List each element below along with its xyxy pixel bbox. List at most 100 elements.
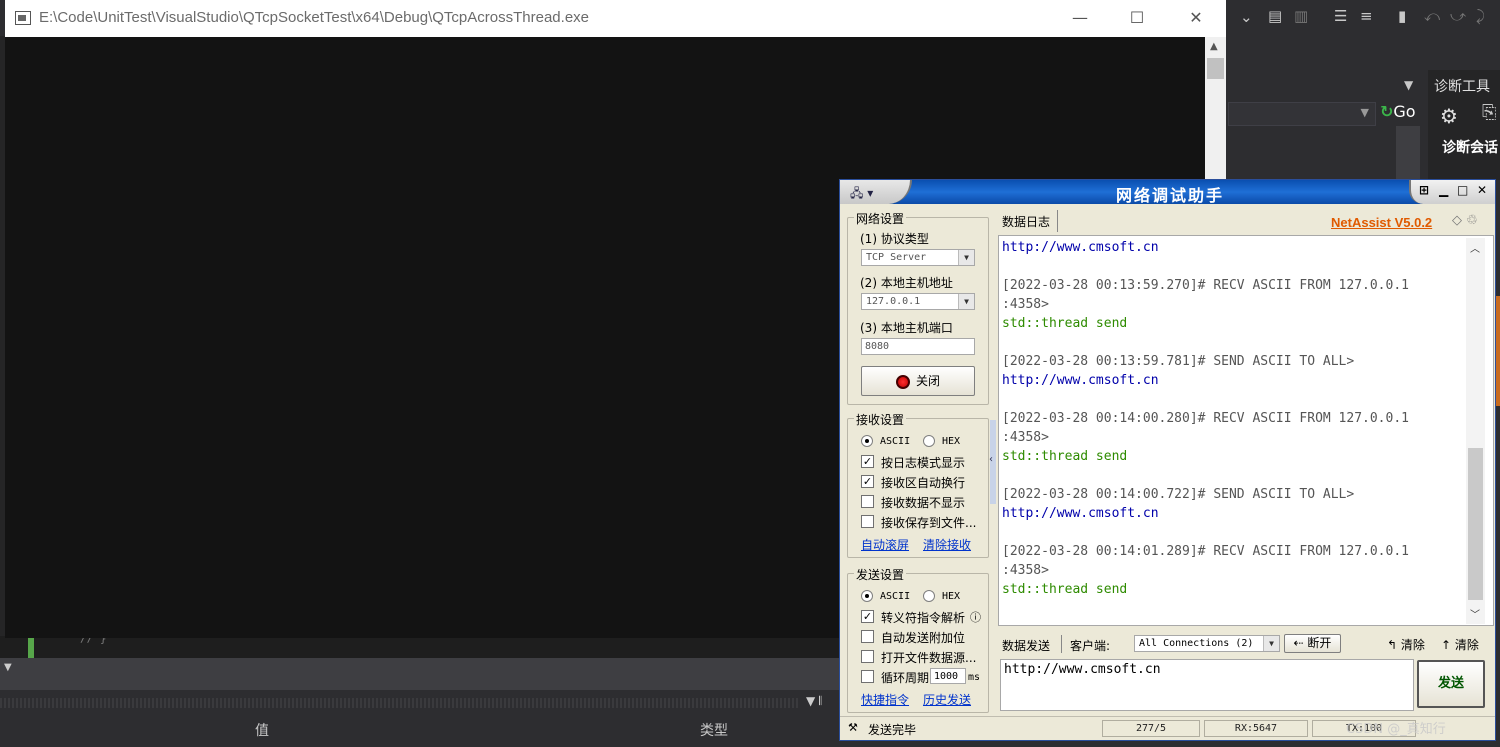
- port-label: (3) 本地主机端口: [860, 321, 953, 335]
- scroll-down-icon[interactable]: ﹀: [1470, 606, 1480, 621]
- auto-wrap-checkbox[interactable]: ✓: [861, 475, 874, 488]
- data-send-tab[interactable]: 数据发送: [1002, 637, 1050, 654]
- scroll-thumb[interactable]: [1207, 58, 1224, 79]
- escape-parse-checkbox[interactable]: ✓: [861, 610, 874, 623]
- no-display-checkbox[interactable]: [861, 495, 874, 508]
- toolbar-chevron-icon[interactable]: ⌄: [1240, 8, 1253, 26]
- port-input[interactable]: 8080: [861, 338, 975, 355]
- toolbar-outdent-icon[interactable]: ▥: [1294, 7, 1308, 25]
- chevron-down-icon[interactable]: ▼: [958, 250, 974, 265]
- auto-wrap-label: 接收区自动换行: [881, 476, 966, 490]
- log-line: std::thread send: [1002, 316, 1128, 331]
- network-icon[interactable]: 🖧 ▾: [850, 184, 873, 205]
- chevron-down-icon[interactable]: ▼: [1263, 636, 1279, 651]
- scroll-up-icon[interactable]: ▲: [1210, 41, 1218, 52]
- shortcut-link[interactable]: 快捷指令: [861, 691, 909, 708]
- log-line: std::thread send: [1002, 582, 1128, 597]
- save-file-checkbox[interactable]: [861, 515, 874, 528]
- auto-scroll-link[interactable]: 自动滚屏: [861, 536, 909, 553]
- log-scrollbar[interactable]: ︿ ﹀: [1466, 238, 1485, 624]
- protocol-select[interactable]: TCP Server ▼: [861, 249, 975, 266]
- receive-hex-radio[interactable]: [923, 435, 935, 447]
- receive-ascii-label: ASCII: [880, 436, 911, 447]
- toolbar-comment-icon[interactable]: ☰: [1334, 7, 1347, 25]
- netassist-titlebar[interactable]: 🖧 ▾ 网络调试助手 ⊞ ▁ □ ✕: [840, 180, 1495, 205]
- console-titlebar[interactable]: E:\Code\UnitTest\VisualStudio\QTcpSocket…: [5, 0, 1226, 37]
- pin-icon[interactable]: ⊞: [1419, 183, 1429, 197]
- scroll-up-icon[interactable]: ︿: [1470, 240, 1480, 255]
- host-label: (2) 本地主机地址: [860, 276, 953, 290]
- netassist-window: 🖧 ▾ 网络调试助手 ⊞ ▁ □ ✕ 网络设置 (1) 协议类型 TCP Ser…: [839, 179, 1496, 741]
- vs-horizontal-scrollbar[interactable]: ▼: [0, 658, 840, 690]
- send-ascii-label: ASCII: [880, 591, 911, 602]
- toolbar-next-bookmark-icon[interactable]: ⤻: [1450, 7, 1466, 25]
- clear-receive-link[interactable]: 清除接收: [923, 536, 971, 553]
- vs-go-button[interactable]: ↻Go: [1380, 102, 1416, 121]
- status-tool-icon: ⚒: [848, 721, 858, 734]
- log-line: :4358>: [1002, 430, 1049, 445]
- data-log-tab[interactable]: 数据日志: [998, 210, 1058, 232]
- clear-send-button[interactable]: ↰ 清除: [1387, 636, 1425, 653]
- open-file-checkbox[interactable]: [861, 650, 874, 663]
- send-ascii-radio[interactable]: [861, 590, 873, 602]
- minimize-button[interactable]: ▁: [1439, 183, 1448, 197]
- close-button[interactable]: ✕: [1477, 183, 1487, 197]
- client-select[interactable]: All Connections (2) ▼: [1134, 635, 1280, 652]
- info-icon[interactable]: ⓘ: [970, 609, 981, 625]
- loop-period-input[interactable]: 1000: [930, 668, 966, 684]
- console-app-icon[interactable]: [15, 11, 31, 25]
- no-display-label: 接收数据不显示: [881, 496, 966, 510]
- system-menu[interactable]: 🖧 ▾: [840, 180, 912, 204]
- clear-all-button[interactable]: ↑ 清除: [1441, 636, 1479, 653]
- close-connection-button[interactable]: 关闭: [861, 366, 975, 396]
- toolbar-prev-bookmark-icon[interactable]: ⤺: [1424, 7, 1440, 25]
- log-mode-checkbox[interactable]: ✓: [861, 455, 874, 468]
- send-hex-radio[interactable]: [923, 590, 935, 602]
- gear-icon[interactable]: ⚙: [1440, 104, 1458, 128]
- panel-grip[interactable]: [0, 698, 800, 708]
- chevron-down-icon[interactable]: ▼: [4, 662, 12, 673]
- send-button[interactable]: 发送: [1417, 660, 1485, 708]
- panel-collapse-handle[interactable]: ‹: [989, 420, 996, 504]
- log-line: [2022-03-28 00:14:00.280]# RECV ASCII FR…: [1002, 411, 1409, 426]
- receive-hex-label: HEX: [942, 436, 961, 447]
- vs-target-dropdown[interactable]: ▼: [1228, 102, 1376, 126]
- column-header-value[interactable]: 值: [255, 720, 269, 740]
- pin-icon[interactable]: ▼ 𝄃: [806, 694, 822, 709]
- status-text: 发送完毕: [868, 723, 917, 737]
- host-select[interactable]: 127.0.0.1 ▼: [861, 293, 975, 310]
- toolbar-bookmark-icon[interactable]: ▮: [1398, 7, 1406, 25]
- history-link[interactable]: 历史发送: [923, 691, 971, 708]
- network-settings-title: 网络设置: [854, 210, 907, 227]
- log-line: http://www.cmsoft.cn: [1002, 506, 1159, 521]
- status-red-icon: [895, 374, 910, 389]
- auto-append-label: 自动发送附加位: [881, 631, 966, 645]
- vs-dropdown-arrow-icon[interactable]: ▼: [1404, 76, 1413, 94]
- toolbar-uncomment-icon[interactable]: ≡: [1360, 7, 1373, 25]
- data-log-area[interactable]: http://www.cmsoft.cn [2022-03-28 00:13:59…: [998, 235, 1494, 626]
- log-line: http://www.cmsoft.cn: [1002, 373, 1159, 388]
- netassist-brand-link[interactable]: NetAssist V5.0.2: [1331, 215, 1432, 230]
- log-line: :4358>: [1002, 297, 1049, 312]
- toolbar-indent-icon[interactable]: ▤: [1268, 7, 1282, 25]
- disconnect-button[interactable]: ⇠ 断开: [1284, 634, 1341, 653]
- export-icon[interactable]: ⎘: [1482, 104, 1496, 122]
- loop-checkbox[interactable]: [861, 670, 874, 683]
- auto-append-checkbox[interactable]: [861, 630, 874, 643]
- column-header-type[interactable]: 类型: [700, 720, 728, 740]
- scroll-thumb[interactable]: [1468, 448, 1483, 600]
- gem-icon[interactable]: ◇ ♲: [1452, 213, 1478, 228]
- minimize-button[interactable]: —: [1066, 6, 1094, 30]
- vs-toolbar: ⌄ ▤ ▥ ☰ ≡ ▮ ⤺ ⤻ ⤸: [1226, 0, 1500, 36]
- vs-right-scrollbar[interactable]: [1396, 126, 1420, 181]
- maximize-button[interactable]: ☐: [1123, 6, 1151, 30]
- client-value: All Connections (2): [1139, 638, 1254, 649]
- chevron-down-icon[interactable]: ▼: [958, 294, 974, 309]
- change-indicator: [28, 638, 34, 658]
- escape-parse-label: 转义符指令解析: [881, 611, 966, 625]
- close-button[interactable]: ✕: [1182, 6, 1210, 30]
- toolbar-clear-bookmark-icon[interactable]: ⤸: [1476, 7, 1485, 25]
- send-text-input[interactable]: http://www.cmsoft.cn: [1000, 659, 1414, 711]
- receive-ascii-radio[interactable]: [861, 435, 873, 447]
- maximize-button[interactable]: □: [1457, 183, 1468, 197]
